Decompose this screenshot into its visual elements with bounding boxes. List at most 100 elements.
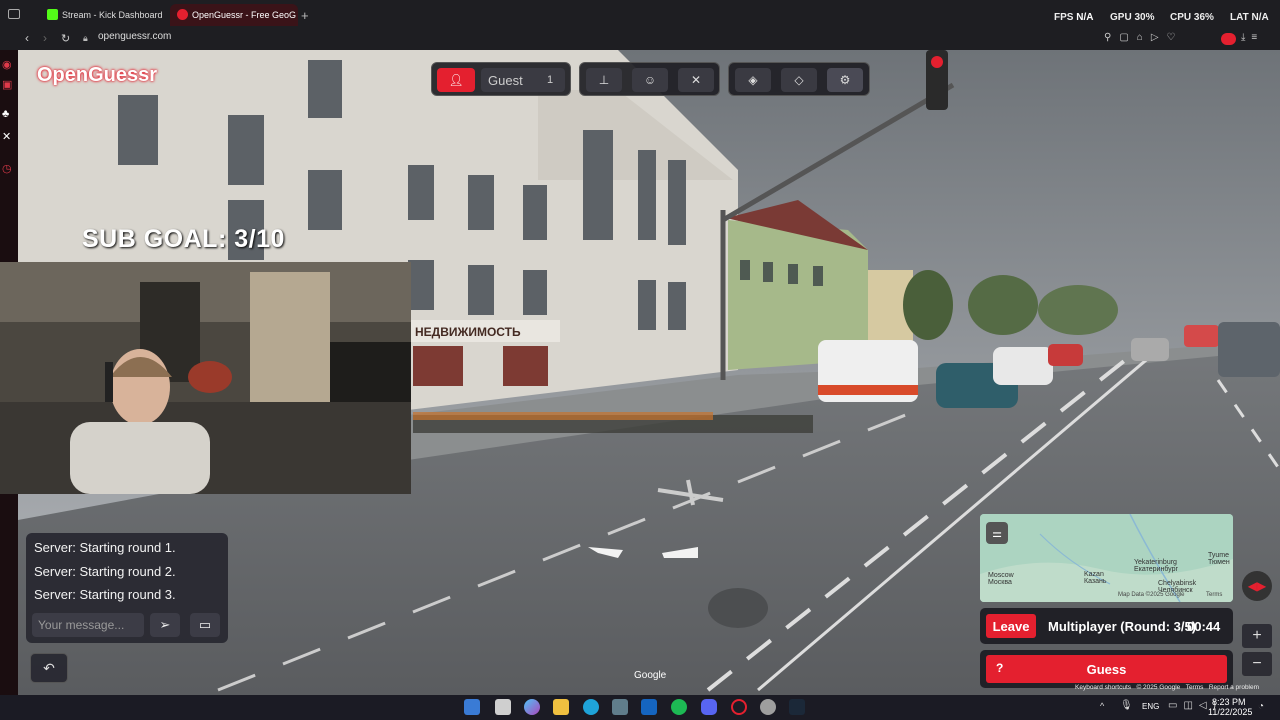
undo-icon: ↶ xyxy=(43,659,55,676)
terms-link[interactable]: Terms xyxy=(1186,684,1204,691)
swords-icon: ✕ xyxy=(690,73,702,87)
reload-icon[interactable]: ↻ xyxy=(61,32,70,45)
steam-icon[interactable] xyxy=(789,699,805,715)
battle-button[interactable]: ✕ xyxy=(678,68,714,92)
streamer-webcam xyxy=(0,262,411,494)
new-tab-button[interactable]: + xyxy=(301,8,309,23)
browser-menu-icons[interactable]: ⤓≡ xyxy=(1241,32,1263,43)
leave-button[interactable]: Leave xyxy=(986,614,1036,638)
back-button[interactable]: ↶ xyxy=(30,653,68,683)
lock-icon: 🔒︎ xyxy=(83,33,88,43)
send-icon: ➢ xyxy=(159,617,171,632)
edge-icon[interactable] xyxy=(583,699,599,715)
file-explorer-icon[interactable] xyxy=(553,699,569,715)
keyboard-shortcuts-link[interactable]: Keyboard shortcuts xyxy=(1075,684,1131,691)
tray-chevron-icon[interactable]: ^ xyxy=(1100,701,1104,711)
store-icon[interactable] xyxy=(612,699,628,715)
obs-icon[interactable] xyxy=(760,699,776,715)
url-field[interactable]: openguessr.com xyxy=(98,31,171,42)
tab-actions-icon[interactable] xyxy=(8,9,20,19)
notifications-icon[interactable]: ◔ xyxy=(1258,701,1264,712)
kick-icon xyxy=(47,9,58,20)
round-timer: 00:44 xyxy=(1187,619,1221,634)
microphone-icon[interactable]: 🎙︎ xyxy=(1120,700,1133,711)
openguessr-favicon xyxy=(177,9,188,20)
gpu-stat: GPU 30% xyxy=(1110,12,1155,23)
opera-gx-icon[interactable] xyxy=(731,699,747,715)
x-icon[interactable]: ✕ xyxy=(2,130,11,143)
map-label-moscow: Moscow Москва xyxy=(988,572,1014,586)
tab-openguessr[interactable]: OpenGuessr - Free GeoG xyxy=(170,4,298,26)
street-view-footer: Keyboard shortcuts © 2025 Google Terms R… xyxy=(1075,684,1259,691)
shop-sign: НЕДВИЖИМОСТЬ xyxy=(415,325,521,339)
map-label-yekaterinburg: Yekaterinburg Екатеринбург xyxy=(1134,559,1179,573)
map-settings-button[interactable]: ⚌ xyxy=(986,522,1008,544)
tab-kick-dashboard[interactable]: Stream - Kick Dashboard xyxy=(40,4,168,26)
layers-button[interactable]: ◈ xyxy=(735,68,771,92)
user-icon: 👤︎ xyxy=(448,73,464,87)
zoom-out-button[interactable]: − xyxy=(1242,652,1272,676)
send-button[interactable]: ➢ xyxy=(150,613,180,637)
map-terms-link[interactable]: Terms xyxy=(1206,592,1222,598)
party-button[interactable]: ☺ xyxy=(632,68,668,92)
settings-button[interactable]: ⚙ xyxy=(827,68,863,92)
fps-stat: FPS N/A xyxy=(1054,12,1094,23)
google-watermark: Google xyxy=(634,670,667,681)
extension-icon[interactable] xyxy=(1221,33,1236,45)
mode-controls: ⊥ ☺ ✕ xyxy=(579,62,720,96)
map-style-button[interactable]: ◇ xyxy=(781,68,817,92)
player-controls: 👤︎ Guest 1 xyxy=(431,62,571,96)
browser-toolbar-icons[interactable]: ⚲▢⌂▷♡ xyxy=(1104,32,1183,43)
browser-tab-bar: Stream - Kick Dashboard OpenGuessr - Fre… xyxy=(0,0,1280,30)
sidebar-icon-2[interactable]: ▣ xyxy=(2,78,12,91)
spotify-icon[interactable] xyxy=(671,699,687,715)
sliders-icon: ⚌ xyxy=(992,527,1002,540)
chat-message: Server: Starting round 3. xyxy=(34,587,176,602)
round-indicator: Multiplayer (Round: 3/5) xyxy=(1048,619,1197,634)
back-arrow-icon[interactable]: ‹ xyxy=(25,31,29,45)
sidebar-icon-1[interactable]: ◉ xyxy=(2,58,12,71)
gear-icon: ⚙ xyxy=(839,73,851,87)
webcam-graphic xyxy=(0,262,411,494)
taskbar-clock-time[interactable]: 8:23 PM xyxy=(1212,697,1246,707)
language-indicator[interactable]: ENG xyxy=(1142,702,1159,711)
discord-icon[interactable] xyxy=(701,699,717,715)
player-count: 1 xyxy=(547,74,554,86)
chat-message: Server: Starting round 2. xyxy=(34,564,176,579)
copilot-icon[interactable] xyxy=(524,699,540,715)
clock-icon[interactable]: ◷ xyxy=(2,162,12,175)
task-view-icon[interactable] xyxy=(495,699,511,715)
zoom-in-button[interactable]: + xyxy=(1242,624,1272,648)
group-icon: ☺ xyxy=(643,73,657,87)
chat-bubble-icon: ▭ xyxy=(198,617,212,632)
lat-stat: LAT N/A xyxy=(1230,12,1269,23)
map-label-tyumen: Tyume Тюмен xyxy=(1208,552,1230,566)
sidebar-icon-3[interactable]: ♣ xyxy=(2,108,9,120)
chat-message: Server: Starting round 1. xyxy=(34,540,176,555)
account-button[interactable]: 👤︎ xyxy=(437,68,475,92)
guess-minimap[interactable]: ⚌ Yekaterinburg Екатеринбург Tyume Тюмен… xyxy=(980,514,1233,602)
tab-label: Stream - Kick Dashboard xyxy=(62,10,163,20)
taskbar-clock-date[interactable]: 11/22/2025 xyxy=(1208,707,1252,717)
report-problem-link[interactable]: Report a problem xyxy=(1209,684,1259,691)
guess-label: Guess xyxy=(1086,661,1127,677)
openguessr-logo[interactable]: OpenGuessr xyxy=(37,64,157,87)
stream-sub-goal: SUB GOAL: 3/10 xyxy=(82,225,285,253)
guess-button[interactable]: ? Guess xyxy=(986,655,1227,683)
chat-panel: Server: Starting round 1. Server: Starti… xyxy=(26,533,228,643)
player-name-field[interactable]: Guest 1 xyxy=(481,68,565,92)
forward-arrow-icon[interactable]: › xyxy=(43,31,47,45)
podium-icon: ⊥ xyxy=(598,73,610,87)
game-status-bar: Leave Multiplayer (Round: 3/5) 00:44 xyxy=(980,608,1233,644)
chat-message-input[interactable]: Your message... xyxy=(32,613,144,637)
map-label-kazan: Kazan Казань xyxy=(1084,571,1107,585)
windows-taskbar: ^ 🎙︎ ENG ▭◫◁) 8:23 PM 11/22/2025 ◔ xyxy=(0,695,1280,720)
start-icon[interactable] xyxy=(464,699,480,715)
leaderboard-button[interactable]: ⊥ xyxy=(586,68,622,92)
chat-toggle-button[interactable]: ▭ xyxy=(190,613,220,637)
compass-icon[interactable]: ◀▶ xyxy=(1242,571,1272,601)
outlook-icon[interactable] xyxy=(641,699,657,715)
address-bar-row: ‹ › ↻ 🔒︎ openguessr.com ⚲▢⌂▷♡ ⤓≡ xyxy=(0,30,1280,50)
copyright-text: © 2025 Google xyxy=(1136,684,1181,691)
settings-controls: ◈ ◇ ⚙ xyxy=(728,62,870,96)
